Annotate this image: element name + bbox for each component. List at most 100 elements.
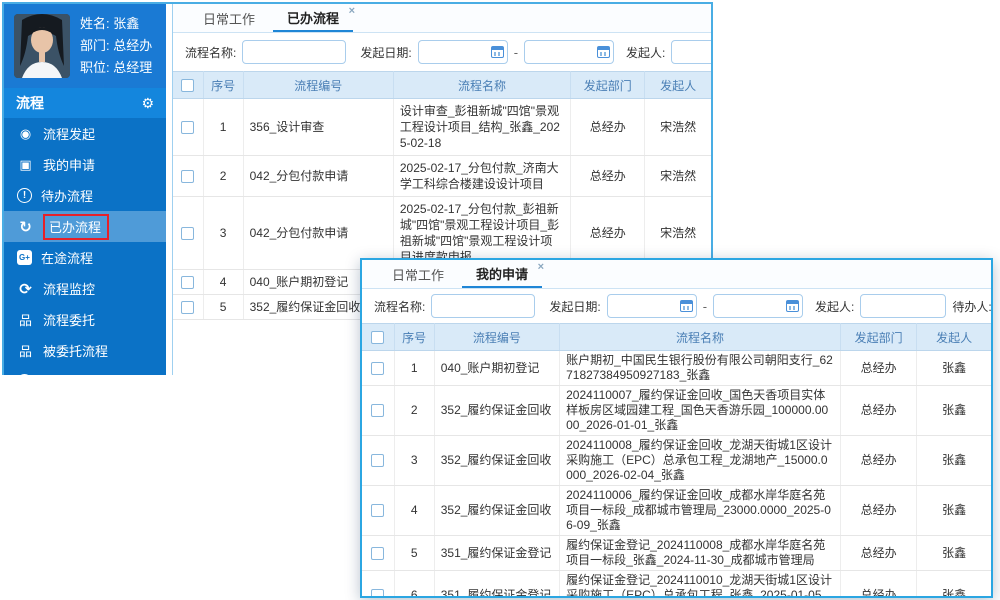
row-checkbox[interactable] xyxy=(371,504,384,517)
person-cell: 张鑫 xyxy=(917,351,991,386)
id-card-icon: ▣ xyxy=(17,156,34,173)
col-code: 流程编号 xyxy=(243,72,393,99)
sidebar-section-title: 流程 xyxy=(16,93,44,113)
table-row[interactable]: 2042_分包付款申请2025-02-17_分包付款_济南大学工科综合楼建设设计… xyxy=(173,156,711,197)
sidebar-item-流程监控[interactable]: ⟳流程监控 xyxy=(4,273,166,304)
select-all-checkbox[interactable] xyxy=(371,331,384,344)
col-person: 发起人 xyxy=(645,72,711,99)
table-row[interactable]: 5351_履约保证金登记履约保证金登记_2024110008_成都水岸华庭名苑项… xyxy=(362,536,991,571)
date-from-input[interactable] xyxy=(607,294,697,318)
sidebar-item-全文检索[interactable]: ?全文检索 xyxy=(4,366,166,375)
my-applications-window: 日常工作 我的申请 × 流程名称: 发起日期: - 发起人: 待办人: 序号 流… xyxy=(360,258,993,598)
close-icon[interactable]: × xyxy=(349,5,355,17)
row-checkbox[interactable] xyxy=(181,121,194,134)
name-cell: 账户期初_中国民生银行股份有限公司朝阳支行_627182738495092718… xyxy=(560,351,841,386)
date-range-separator: - xyxy=(514,45,518,60)
tab-done-processes[interactable]: 已办流程 × xyxy=(273,4,353,32)
row-checkbox[interactable] xyxy=(371,362,384,375)
row-checkbox[interactable] xyxy=(371,547,384,560)
name-cell: 履约保证金登记_2024110008_成都水岸华庭名苑项目一标段_张鑫_2024… xyxy=(560,536,841,571)
initiator-label: 发起人: xyxy=(626,44,665,61)
col-seq: 序号 xyxy=(394,324,434,351)
person-cell: 张鑫 xyxy=(917,436,991,486)
sidebar-item-label: 流程发起 xyxy=(43,124,95,143)
date-range-separator: - xyxy=(703,299,707,314)
close-icon[interactable]: × xyxy=(538,261,544,273)
date-to-input[interactable] xyxy=(713,294,803,318)
date-from-input[interactable] xyxy=(418,40,508,64)
announce-icon: ◉ xyxy=(17,125,34,142)
tab-my-applications[interactable]: 我的申请 × xyxy=(462,260,542,288)
sidebar-item-我的申请[interactable]: ▣我的申请 xyxy=(4,149,166,180)
seq-cell: 5 xyxy=(203,295,243,320)
gear-icon[interactable]: ⚙ xyxy=(141,95,154,112)
code-cell: 356_设计审查 xyxy=(243,99,393,156)
done-refresh-icon: ↻ xyxy=(17,218,34,235)
sidebar-item-流程发起[interactable]: ◉ 流程发起 xyxy=(4,118,166,149)
select-all-checkbox[interactable] xyxy=(181,79,194,92)
row-checkbox[interactable] xyxy=(371,454,384,467)
dept-cell: 总经办 xyxy=(841,486,917,536)
col-person: 发起人 xyxy=(917,324,991,351)
date-to-input[interactable] xyxy=(524,40,614,64)
sidebar-item-已办流程[interactable]: ↻已办流程 xyxy=(4,211,166,242)
dept-cell: 总经办 xyxy=(841,351,917,386)
dept-cell: 总经办 xyxy=(571,156,645,197)
in-transit-icon: G+ xyxy=(17,250,32,265)
row-checkbox[interactable] xyxy=(181,301,194,314)
tab-label: 日常工作 xyxy=(203,9,255,28)
sidebar: 姓名: 张鑫 部门: 总经办 职位: 总经理 流程 ⚙ ◉流程发起▣我的申请!待… xyxy=(4,4,166,375)
row-checkbox[interactable] xyxy=(181,227,194,240)
seq-cell: 6 xyxy=(394,571,434,599)
person-cell: 张鑫 xyxy=(917,536,991,571)
seq-cell: 2 xyxy=(394,386,434,436)
sidebar-item-label: 待办流程 xyxy=(41,186,93,205)
col-name: 流程名称 xyxy=(393,72,570,99)
initiator-input[interactable] xyxy=(860,294,946,318)
sitemap-icon: 品 xyxy=(17,311,34,328)
sidebar-item-被委托流程[interactable]: 品被委托流程 xyxy=(4,335,166,366)
name-cell: 设计审查_彭祖新城"四馆"景观工程设计项目_结构_张鑫_2025-02-18 xyxy=(393,99,570,156)
row-checkbox[interactable] xyxy=(181,276,194,289)
seq-cell: 3 xyxy=(394,436,434,486)
start-date-label: 发起日期: xyxy=(360,44,411,61)
start-date-label: 发起日期: xyxy=(549,298,600,315)
row-checkbox[interactable] xyxy=(371,589,384,598)
sidebar-item-在途流程[interactable]: G+在途流程 xyxy=(4,242,166,273)
code-cell: 351_履约保证金登记 xyxy=(434,536,559,571)
person-cell: 宋浩然 xyxy=(645,99,711,156)
table-row[interactable]: 4352_履约保证金回收2024110006_履约保证金回收_成都水岸华庭名苑项… xyxy=(362,486,991,536)
process-name-input[interactable] xyxy=(431,294,535,318)
user-name: 姓名: 张鑫 xyxy=(80,13,152,35)
code-cell: 352_履约保证金回收 xyxy=(434,386,559,436)
initiator-input[interactable] xyxy=(671,40,711,64)
tab-label: 已办流程 xyxy=(287,8,339,27)
table-row[interactable]: 3352_履约保证金回收2024110008_履约保证金回收_龙湖天街城1区设计… xyxy=(362,436,991,486)
row-checkbox[interactable] xyxy=(371,404,384,417)
seq-cell: 5 xyxy=(394,536,434,571)
person-cell: 张鑫 xyxy=(917,571,991,599)
sidebar-item-流程委托[interactable]: 品流程委托 xyxy=(4,304,166,335)
row-checkbox[interactable] xyxy=(181,170,194,183)
sitemap-icon: 品 xyxy=(17,342,34,359)
table-row[interactable]: 2352_履约保证金回收2024110007_履约保证金回收_国色天香项目实体样… xyxy=(362,386,991,436)
sidebar-menu: ◉ 流程发起 ▣我的申请!待办流程↻已办流程G+在途流程⟳流程监控品流程委托品被委托… xyxy=(4,118,166,375)
table-row[interactable]: 6351_履约保证金登记履约保证金登记_2024110010_龙湖天街城1区设计… xyxy=(362,571,991,599)
seq-cell: 3 xyxy=(203,197,243,270)
name-cell: 2024110008_履约保证金回收_龙湖天街城1区设计采购施工（EPC）总承包… xyxy=(560,436,841,486)
code-cell: 351_履约保证金登记 xyxy=(434,571,559,599)
name-cell: 2024110006_履约保证金回收_成都水岸华庭名苑项目一标段_成都城市管理局… xyxy=(560,486,841,536)
col-seq: 序号 xyxy=(203,72,243,99)
tab-daily-work[interactable]: 日常工作 xyxy=(378,260,458,288)
user-dept: 部门: 总经办 xyxy=(80,35,152,57)
name-cell: 2024110007_履约保证金回收_国色天香项目实体样板房区域园建工程_国色天… xyxy=(560,386,841,436)
process-name-input[interactable] xyxy=(242,40,346,64)
table-row[interactable]: 1356_设计审查设计审查_彭祖新城"四馆"景观工程设计项目_结构_张鑫_202… xyxy=(173,99,711,156)
sidebar-item-待办流程[interactable]: !待办流程 xyxy=(4,180,166,211)
back-filter-bar: 流程名称: 发起日期: - 发起人: xyxy=(173,33,711,71)
code-cell: 352_履约保证金回收 xyxy=(434,436,559,486)
seq-cell: 2 xyxy=(203,156,243,197)
table-row[interactable]: 1040_账户期初登记账户期初_中国民生银行股份有限公司朝阳支行_6271827… xyxy=(362,351,991,386)
tab-daily-work[interactable]: 日常工作 xyxy=(189,4,269,32)
name-cell: 2025-02-17_分包付款_济南大学工科综合楼建设设计项目 xyxy=(393,156,570,197)
